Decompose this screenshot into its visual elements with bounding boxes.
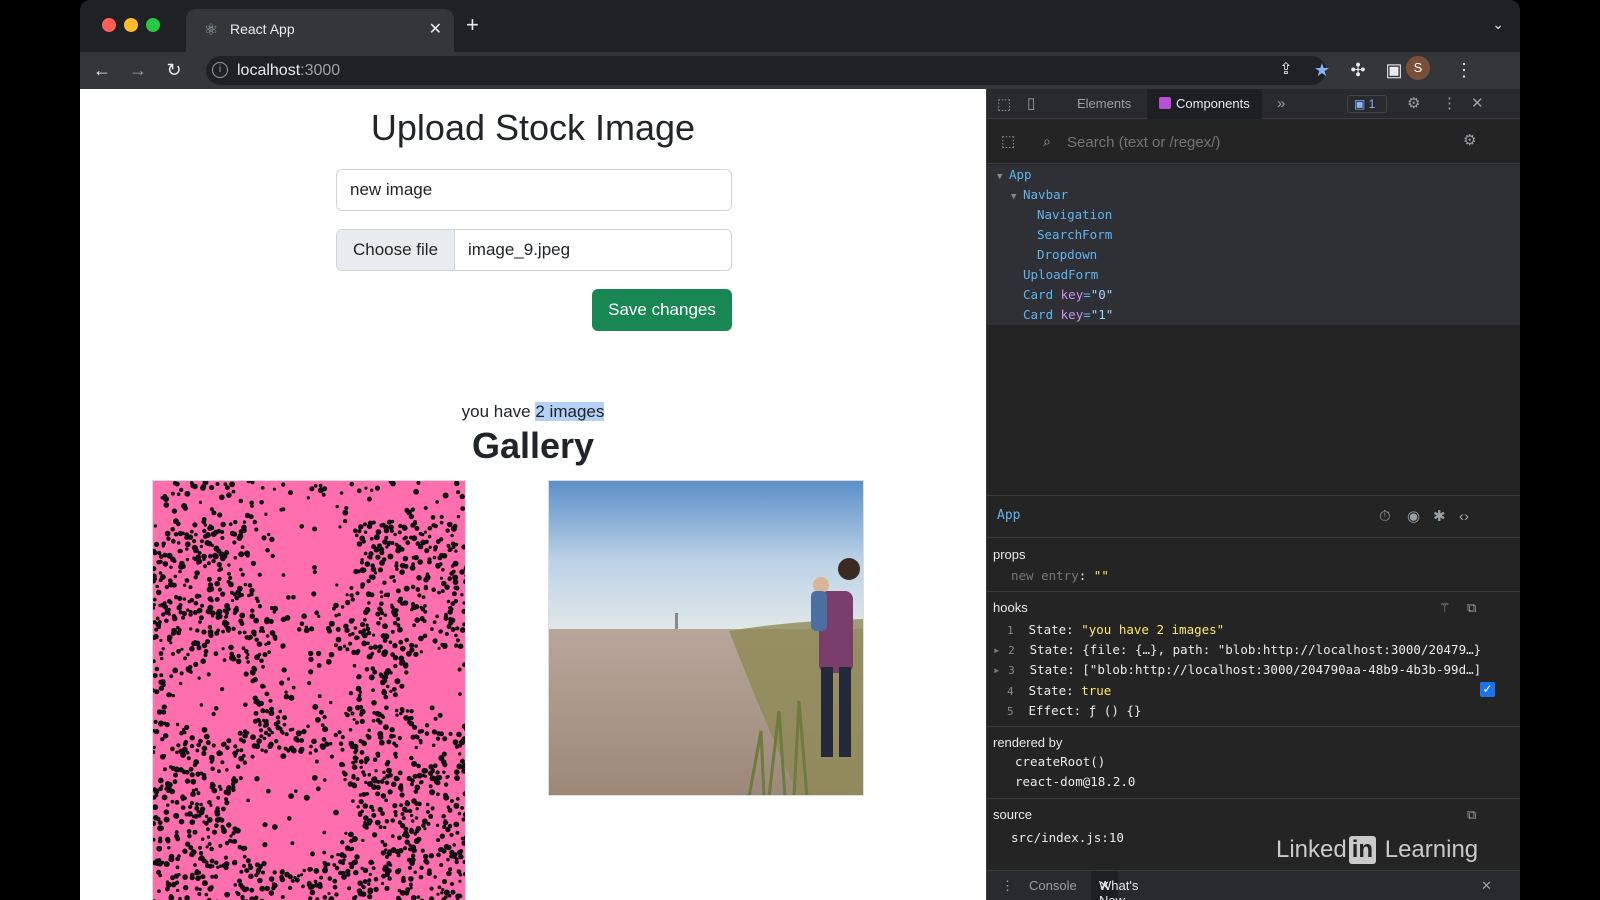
eye-icon[interactable]: ◉ — [1407, 509, 1420, 525]
hook-row[interactable]: 5 Effect: ƒ () {} — [1007, 703, 1141, 718]
avatar[interactable]: S — [1406, 56, 1430, 80]
prop-row[interactable]: new entry: "" — [1011, 568, 1109, 583]
close-tab-icon[interactable]: ✕ — [429, 19, 442, 39]
address-bar[interactable]: i localhost:3000 ⇪ ★ — [206, 56, 1330, 85]
page-title: Upload Stock Image — [370, 107, 696, 148]
hook-row[interactable]: 1 State: "you have 2 images" — [1007, 622, 1224, 637]
dot-pattern-image — [153, 481, 465, 900]
hook-value-checkbox[interactable]: ✓ — [1480, 682, 1495, 697]
tab-components[interactable]: Components — [1147, 89, 1262, 119]
tree-node-card-1[interactable]: Card key="1" — [987, 305, 1520, 325]
back-icon[interactable]: ← — [90, 58, 114, 82]
expand-arrow-icon[interactable]: ▸ — [993, 662, 1001, 677]
share-icon[interactable]: ⇪ — [1274, 58, 1298, 82]
choose-file-button[interactable]: Choose file — [337, 230, 455, 270]
settings-gear-icon[interactable]: ⚙ — [1463, 133, 1476, 149]
component-search-bar: ⬚ ⌕ ⚙ — [987, 120, 1520, 164]
tab-search-chevron-icon[interactable]: ⌄ — [1492, 16, 1504, 33]
copy-icon[interactable]: ⧉ — [1467, 600, 1476, 616]
tab-strip: ⚛ React App ✕ + ⌄ — [80, 0, 1520, 52]
devtools-panel: ⬚ ▯ Elements Components » ▣ 1 ⚙ ⋮ ✕ ⬚ ⌕ … — [986, 89, 1520, 900]
devtools-drawer: ⋮ Console What's New ✕ ✕ — [987, 870, 1520, 900]
beach-photo — [549, 481, 863, 795]
close-window-button[interactable] — [102, 18, 116, 32]
hook-row[interactable]: 4 State: true — [1007, 683, 1111, 698]
tree-node-uploadform[interactable]: UploadForm — [987, 265, 1520, 285]
url-text[interactable]: localhost:3000 — [237, 62, 340, 80]
device-toolbar-icon[interactable]: ▯ — [1027, 96, 1035, 112]
browser-menu-icon[interactable]: ⋮ — [1452, 58, 1476, 82]
browser-toolbar: ← → ↻ i localhost:3000 ⇪ ★ ✣ ▣ S ⋮ — [80, 52, 1520, 89]
tree-node-searchform[interactable]: SearchForm — [987, 225, 1520, 245]
tree-node-app[interactable]: ▼ App — [987, 165, 1520, 185]
inspector-header: App ⏱ ◉ ✱ ‹› — [987, 496, 1520, 538]
save-button[interactable]: Save changes — [592, 289, 732, 331]
copy-icon[interactable]: ⧉ — [1467, 807, 1476, 823]
hooks-section: hooks ⚚ ⧉ 1 State: "you have 2 images" ▸… — [987, 592, 1520, 727]
gallery-title: Gallery — [471, 425, 595, 466]
tree-node-card-0[interactable]: Card key="0" — [987, 285, 1520, 305]
inspect-element-icon[interactable]: ⬚ — [997, 97, 1011, 113]
select-component-icon[interactable]: ⬚ — [1001, 134, 1015, 150]
tab-whats-new[interactable]: What's New ✕ — [1091, 871, 1138, 900]
magic-wand-icon[interactable]: ⚚ — [1439, 600, 1451, 616]
timer-icon[interactable]: ⏱ — [1379, 509, 1391, 525]
tree-node-navigation[interactable]: Navigation — [987, 205, 1520, 225]
gear-icon[interactable]: ⚙ — [1407, 96, 1420, 112]
source-code-icon[interactable]: ‹› — [1459, 509, 1469, 525]
search-input[interactable] — [1067, 130, 1457, 154]
props-heading: props — [993, 547, 1026, 562]
browser-tab[interactable]: ⚛ React App ✕ — [186, 9, 454, 52]
renderer-item[interactable]: createRoot() — [1015, 754, 1105, 769]
image-name-input[interactable] — [336, 169, 732, 211]
selected-file-name: image_9.jpeg — [468, 240, 571, 259]
extensions-icon[interactable]: ✣ — [1346, 58, 1370, 82]
maximize-window-button[interactable] — [146, 18, 160, 32]
rendered-by-heading: rendered by — [993, 735, 1063, 750]
image-count-text: you have 2 images — [461, 402, 605, 421]
react-icon: ⚛ — [203, 22, 219, 39]
side-panel-icon[interactable]: ▣ — [1382, 58, 1406, 82]
gallery-image-beach[interactable] — [548, 480, 864, 796]
inspected-component-name: App — [997, 508, 1021, 523]
close-devtools-icon[interactable]: ✕ — [1471, 96, 1484, 112]
linkedin-learning-watermark: Linked in Learning — [1276, 836, 1479, 864]
site-info-icon[interactable]: i — [212, 62, 228, 78]
close-drawer-icon[interactable]: ✕ — [1481, 878, 1492, 894]
hook-row[interactable]: ▸ 2 State: {file: {…}, path: "blob:http:… — [993, 642, 1481, 657]
hooks-heading: hooks — [993, 600, 1028, 615]
component-tree: ▼ App ▼ Navbar Navigation SearchForm Dropd… — [987, 165, 1520, 325]
react-devtools-icon — [1159, 97, 1171, 109]
expand-arrow-icon[interactable]: ▸ — [993, 642, 1001, 657]
devtools-menu-icon[interactable]: ⋮ — [1442, 96, 1457, 112]
collapse-arrow-icon[interactable]: ▼ — [997, 167, 1009, 187]
forward-icon[interactable]: → — [126, 58, 150, 82]
hook-row[interactable]: ▸ 3 State: ["blob:http://localhost:3000/… — [993, 662, 1481, 677]
reload-icon[interactable]: ↻ — [162, 58, 186, 82]
new-tab-icon[interactable]: + — [466, 13, 479, 37]
renderer-item: react-dom@18.2.0 — [1015, 774, 1136, 789]
browser-window: ⚛ React App ✕ + ⌄ ← → ↻ i localhost:3000… — [80, 0, 1520, 900]
drawer-menu-icon[interactable]: ⋮ — [1001, 878, 1014, 894]
minimize-window-button[interactable] — [124, 18, 138, 32]
rendered-by-section: rendered by createRoot() react-dom@18.2.… — [987, 727, 1520, 799]
gallery-image-dots[interactable] — [152, 480, 466, 900]
issues-badge[interactable]: ▣ 1 — [1347, 95, 1387, 113]
source-location[interactable]: src/index.js:10 — [1011, 830, 1124, 845]
tab-title: React App — [230, 21, 295, 37]
search-icon: ⌕ — [1043, 133, 1051, 149]
props-section: props new entry: "" — [987, 539, 1520, 592]
bug-icon[interactable]: ✱ — [1433, 509, 1446, 525]
devtools-tabbar: ⬚ ▯ Elements Components » ▣ 1 ⚙ ⋮ ✕ — [987, 89, 1520, 119]
tree-node-dropdown[interactable]: Dropdown — [987, 245, 1520, 265]
bookmark-star-icon[interactable]: ★ — [1310, 58, 1334, 82]
tree-node-navbar[interactable]: ▼ Navbar — [987, 185, 1520, 205]
tab-elements[interactable]: Elements — [1077, 89, 1131, 119]
more-tabs-icon[interactable]: » — [1277, 96, 1285, 112]
tab-console[interactable]: Console — [1029, 878, 1077, 893]
collapse-arrow-icon[interactable]: ▼ — [1011, 187, 1023, 207]
page-content: Upload Stock Image Choose file image_9.j… — [80, 89, 986, 900]
source-heading: source — [993, 807, 1033, 822]
file-input[interactable]: Choose file image_9.jpeg — [336, 229, 732, 271]
